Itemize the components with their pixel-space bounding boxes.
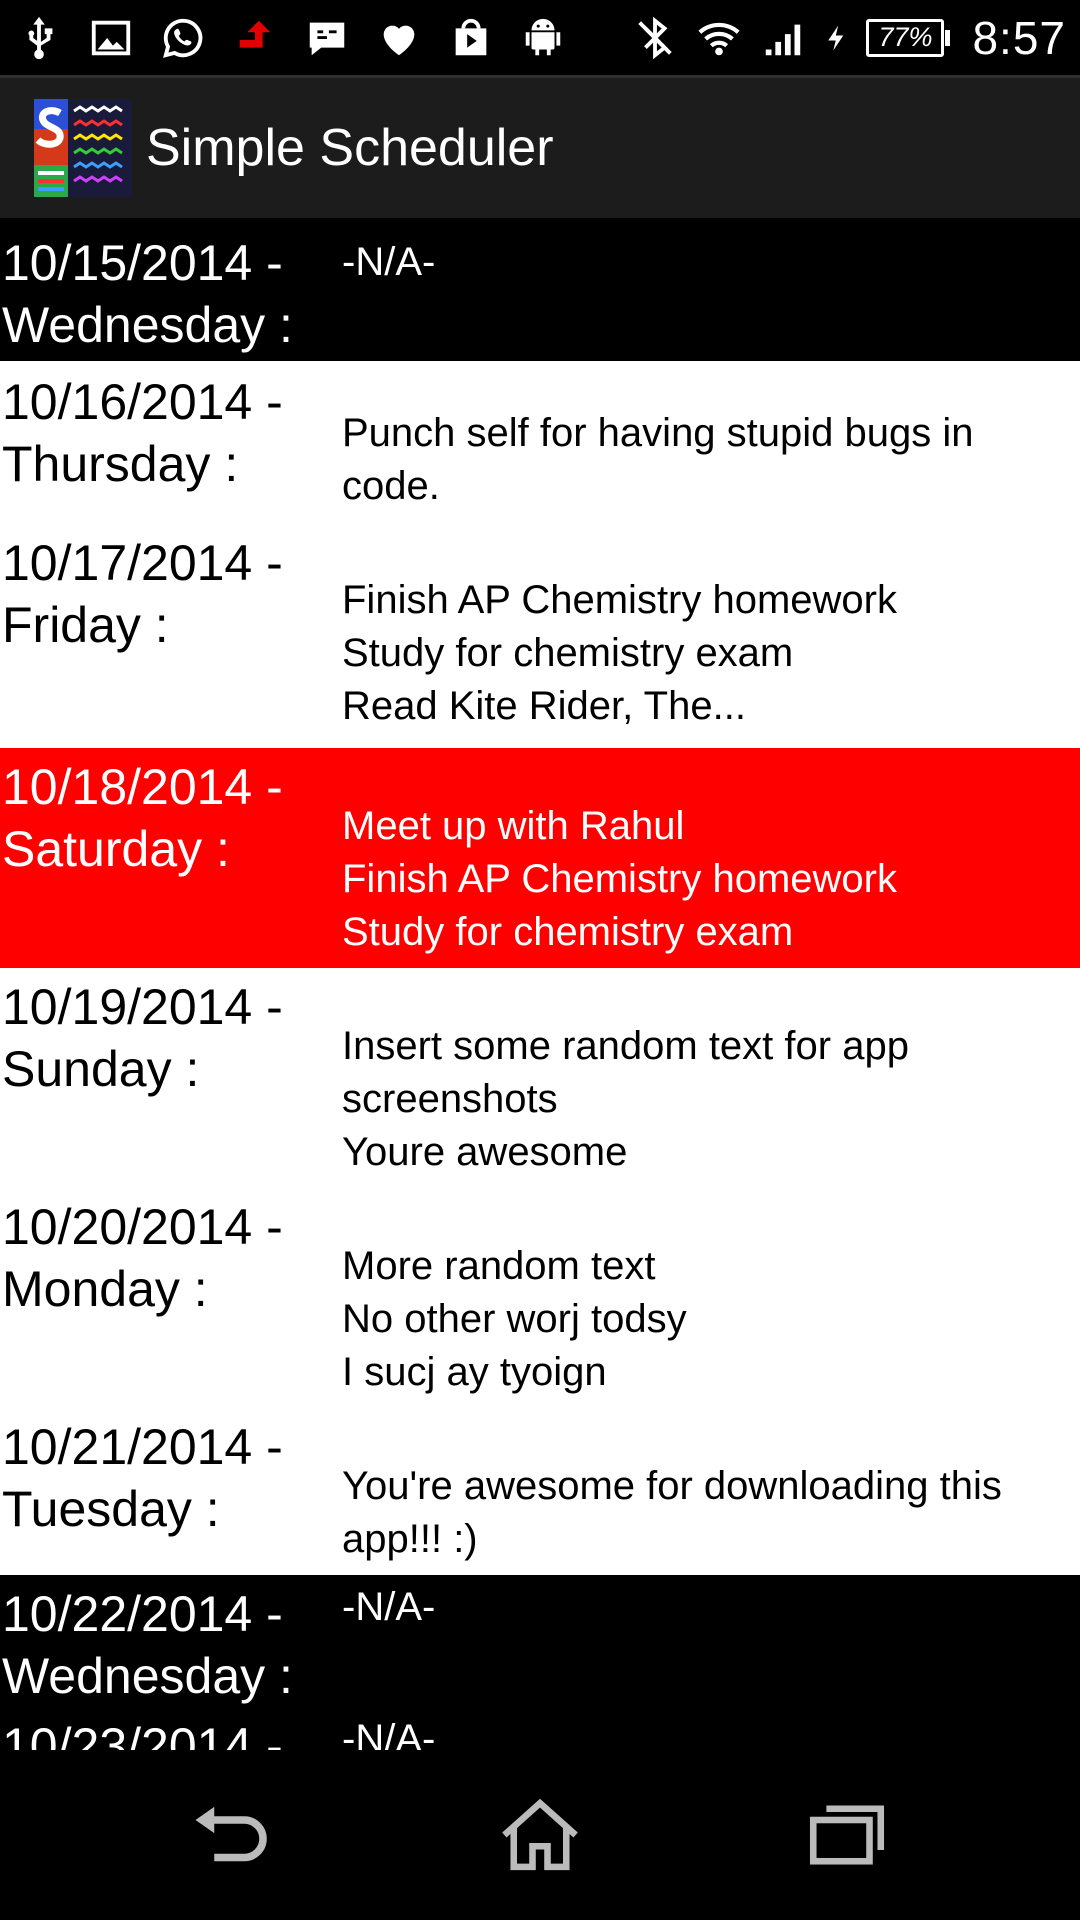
task-text: Insert some random text for app screensh… <box>342 1024 909 1121</box>
task-text: -N/A- <box>342 240 436 284</box>
day-row-2014-10-18[interactable]: 10/18/2014 - Saturday : Meet up with Rah… <box>0 748 1080 968</box>
clock: 8:57 <box>972 11 1066 64</box>
day-row-2014-10-16[interactable]: 10/16/2014 - Thursday : Punch self for h… <box>0 361 1080 528</box>
chat-icon <box>302 13 352 63</box>
day-label: 10/17/2014 - Friday : <box>2 535 283 653</box>
day-label: 10/21/2014 - Tuesday : <box>2 1419 283 1537</box>
task-text: Read Kite Rider, The... <box>342 684 746 728</box>
battery-icon: 77% <box>866 18 951 57</box>
day-row-2014-10-19[interactable]: 10/19/2014 - Sunday : Insert some random… <box>0 968 1080 1188</box>
recent-apps-button[interactable] <box>787 1775 907 1895</box>
day-tasks: Meet up with Rahul Finish AP Chemistry h… <box>342 748 1080 968</box>
day-label: 10/20/2014 - Monday : <box>2 1199 283 1317</box>
day-row-2014-10-23[interactable]: 10/23/2014 - -N/A- <box>0 1711 1080 1750</box>
status-bar: 77% 8:57 <box>0 0 1080 75</box>
charging-icon <box>822 13 852 63</box>
back-button[interactable] <box>173 1775 293 1895</box>
task-text: I sucj ay tyoign <box>342 1350 607 1394</box>
task-text: Punch self for having stupid bugs in cod… <box>342 411 974 508</box>
home-button[interactable] <box>480 1775 600 1895</box>
android-icon <box>518 13 568 63</box>
day-tasks: More random text No other worj todsy I s… <box>342 1188 1080 1408</box>
notification-icons <box>14 13 568 63</box>
task-text: -N/A- <box>342 1717 436 1750</box>
usb-icon <box>14 13 64 63</box>
app-logo-icon[interactable] <box>34 99 132 197</box>
task-text: Study for chemistry exam <box>342 631 794 675</box>
day-label: 10/23/2014 - <box>2 1718 283 1750</box>
task-text: No other worj todsy <box>342 1297 687 1341</box>
day-row-2014-10-22[interactable]: 10/22/2014 - Wednesday : -N/A- <box>0 1575 1080 1711</box>
home-icon <box>502 1798 578 1871</box>
whatsapp-icon <box>158 13 208 63</box>
system-icons: 77% 8:57 <box>630 11 1066 65</box>
day-label: 10/18/2014 - Saturday : <box>2 759 283 877</box>
wifi-icon <box>694 13 744 63</box>
day-label: 10/16/2014 - Thursday : <box>2 374 283 492</box>
day-tasks: Finish AP Chemistry homework Study for c… <box>342 528 1080 748</box>
battery-level: 77% <box>866 18 945 57</box>
task-text: Finish AP Chemistry homework <box>342 578 897 622</box>
day-label: 10/22/2014 - Wednesday : <box>2 1586 293 1704</box>
back-icon <box>195 1806 267 1862</box>
play-store-icon <box>446 13 496 63</box>
day-label: 10/19/2014 - Sunday : <box>2 979 283 1097</box>
task-text: -N/A- <box>342 1585 436 1629</box>
heart-icon <box>374 13 424 63</box>
task-text: Meet up with Rahul <box>342 804 685 848</box>
day-tasks: Punch self for having stupid bugs in cod… <box>342 361 1080 528</box>
bluetooth-off-icon <box>630 13 680 63</box>
app-title: Simple Scheduler <box>146 119 554 177</box>
day-tasks: You're awesome for downloading this app!… <box>342 1408 1080 1575</box>
day-tasks: -N/A- <box>342 218 1080 361</box>
upload-icon <box>230 13 280 63</box>
action-bar: Simple Scheduler <box>0 75 1080 218</box>
day-row-2014-10-21[interactable]: 10/21/2014 - Tuesday : You're awesome fo… <box>0 1408 1080 1575</box>
gallery-icon <box>86 13 136 63</box>
recent-apps-icon <box>809 1805 884 1865</box>
day-tasks: -N/A- <box>342 1575 1080 1711</box>
day-row-2014-10-17[interactable]: 10/17/2014 - Friday : Finish AP Chemistr… <box>0 528 1080 748</box>
task-text: Finish AP Chemistry homework <box>342 857 897 901</box>
signal-icon <box>758 13 808 63</box>
day-row-2014-10-15[interactable]: 10/15/2014 - Wednesday : -N/A- <box>0 218 1080 361</box>
task-text: You're awesome for downloading this app!… <box>342 1464 1002 1561</box>
day-row-2014-10-20[interactable]: 10/20/2014 - Monday : More random text N… <box>0 1188 1080 1408</box>
task-text: Youre awesome <box>342 1130 628 1174</box>
navigation-bar <box>0 1750 1080 1920</box>
schedule-list[interactable]: 10/15/2014 - Wednesday : -N/A- 10/16/201… <box>0 218 1080 1750</box>
day-label: 10/15/2014 - Wednesday : <box>2 235 293 353</box>
day-tasks: -N/A- <box>342 1711 1080 1750</box>
day-tasks: Insert some random text for app screensh… <box>342 968 1080 1188</box>
task-text: Study for chemistry exam <box>342 910 794 954</box>
task-text: More random text <box>342 1244 656 1288</box>
